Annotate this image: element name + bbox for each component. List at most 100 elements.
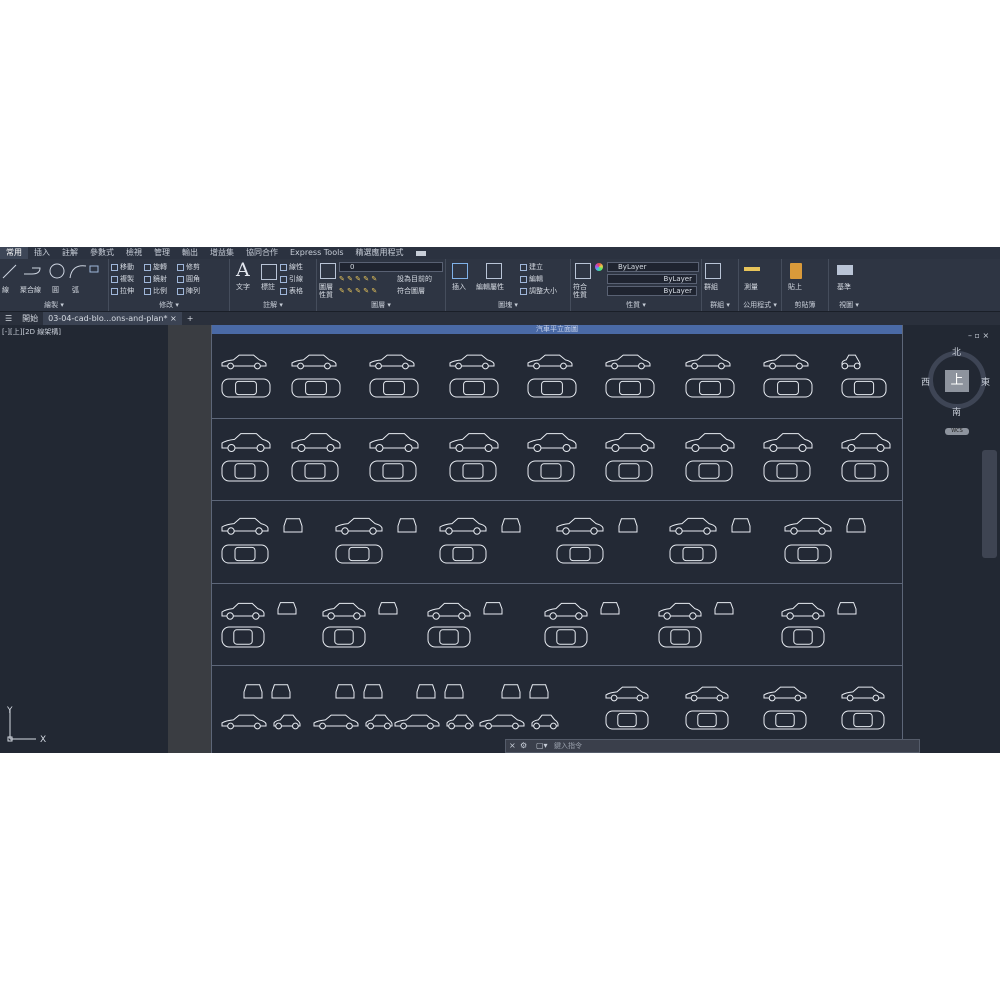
car-side-view-block[interactable]: [780, 601, 826, 621]
car-side-view-block[interactable]: [762, 685, 808, 703]
polyline-button[interactable]: 聚合線: [20, 286, 41, 295]
paste-button[interactable]: 貼上: [788, 283, 802, 292]
car-front-view-block[interactable]: [443, 683, 465, 701]
car-plan-view-block[interactable]: [448, 459, 498, 483]
line-tool-label[interactable]: 線: [2, 286, 9, 295]
tab-insert[interactable]: 插入: [28, 247, 56, 259]
linear-button[interactable]: 線性: [280, 263, 303, 272]
car-side-view-block[interactable]: [762, 431, 814, 453]
car-side-view-block[interactable]: [220, 431, 272, 453]
lineweight-dropdown[interactable]: ByLayer: [607, 286, 697, 296]
car-side-view-block[interactable]: [438, 516, 488, 536]
car-side-view-block[interactable]: [290, 431, 342, 453]
car-plan-view-block[interactable]: [220, 459, 270, 483]
car-plan-view-block[interactable]: [543, 625, 589, 649]
car-plan-view-block[interactable]: [290, 459, 340, 483]
car-front-view-block[interactable]: [415, 683, 437, 701]
navigation-bar[interactable]: [982, 450, 997, 558]
text-button[interactable]: 文字: [236, 283, 250, 292]
layer-tools-icons[interactable]: ✎ ✎ ✎ ✎ ✎: [339, 287, 377, 296]
car-plan-view-block[interactable]: [604, 377, 656, 399]
car-plan-view-block[interactable]: [780, 625, 826, 649]
command-close-icon[interactable]: ×: [509, 741, 516, 750]
car-side-view-block[interactable]: [426, 601, 472, 621]
car-plan-view-block[interactable]: [290, 377, 342, 399]
car-plan-view-block[interactable]: [368, 459, 418, 483]
edit-attributes-button[interactable]: 編輯屬性: [476, 283, 504, 292]
new-tab-button[interactable]: +: [182, 312, 199, 325]
car-front-view-block[interactable]: [362, 683, 384, 701]
drawing-area[interactable]: [-][上][2D 線架構] 汽車平立面圖 上 北 南 東 西 WCS – ▫ …: [0, 325, 1000, 753]
car-side-view-block[interactable]: [364, 713, 394, 731]
tab-home[interactable]: 常用: [0, 247, 28, 259]
table-button[interactable]: 表格: [280, 287, 303, 296]
dimension-button[interactable]: 標註: [261, 283, 275, 292]
text-icon[interactable]: A: [236, 259, 250, 281]
car-front-view-block[interactable]: [334, 683, 356, 701]
car-plan-view-block[interactable]: [526, 459, 576, 483]
match-properties-icon[interactable]: [575, 263, 591, 279]
car-front-view-block[interactable]: [528, 683, 550, 701]
car-plan-view-block[interactable]: [368, 377, 420, 399]
car-front-view-block[interactable]: [836, 601, 858, 617]
car-plan-view-block[interactable]: [426, 625, 472, 649]
car-side-view-block[interactable]: [657, 601, 703, 621]
car-front-view-block[interactable]: [617, 517, 639, 535]
measure-icon[interactable]: [744, 267, 760, 271]
measure-button[interactable]: 測量: [744, 283, 758, 292]
car-plan-view-block[interactable]: [840, 377, 888, 399]
car-plan-view-block[interactable]: [840, 459, 890, 483]
command-settings-icon[interactable]: ⚙: [520, 741, 527, 750]
car-side-view-block[interactable]: [684, 431, 736, 453]
group-button[interactable]: 群組: [704, 283, 718, 292]
car-plan-view-block[interactable]: [604, 459, 654, 483]
car-plan-view-block[interactable]: [840, 709, 886, 731]
tab-annotate[interactable]: 註解: [56, 247, 84, 259]
car-side-view-block[interactable]: [668, 516, 718, 536]
match-layer-button[interactable]: 符合圖層: [397, 287, 425, 296]
fillet-button[interactable]: 圓角: [177, 275, 200, 284]
block-panel-title[interactable]: 圖塊 ▾: [446, 300, 570, 310]
layer-dropdown[interactable]: 0: [339, 262, 443, 272]
car-side-view-block[interactable]: [312, 713, 360, 731]
car-side-view-block[interactable]: [762, 353, 810, 371]
move-button[interactable]: 移動: [111, 263, 134, 272]
app-menu-icon[interactable]: ☰: [0, 312, 17, 325]
car-plan-view-block[interactable]: [321, 625, 367, 649]
car-plan-view-block[interactable]: [783, 543, 833, 565]
utilities-panel-title[interactable]: 公用程式 ▾: [739, 300, 781, 310]
car-side-view-block[interactable]: [840, 685, 886, 703]
car-front-view-block[interactable]: [713, 601, 735, 617]
tab-collaborate[interactable]: 協同合作: [240, 247, 284, 259]
car-plan-view-block[interactable]: [668, 543, 718, 565]
command-line[interactable]: × ⚙ ▢▾ 鍵入指令: [505, 739, 920, 753]
car-plan-view-block[interactable]: [555, 543, 605, 565]
mirror-button[interactable]: 鏡射: [144, 275, 167, 284]
car-side-view-block[interactable]: [272, 713, 302, 731]
wcs-menu[interactable]: WCS: [945, 428, 969, 435]
car-plan-view-block[interactable]: [762, 377, 814, 399]
viewcube-top-face[interactable]: 上: [945, 370, 969, 392]
viewport-window-controls[interactable]: – ▫ ×: [968, 331, 989, 340]
car-side-view-block[interactable]: [448, 431, 500, 453]
car-side-view-block[interactable]: [840, 431, 892, 453]
car-plan-view-block[interactable]: [220, 543, 270, 565]
command-input[interactable]: 鍵入指令: [554, 741, 582, 751]
car-side-view-block[interactable]: [526, 431, 578, 453]
viewport-controls[interactable]: [-][上][2D 線架構]: [2, 327, 61, 337]
car-side-view-block[interactable]: [220, 516, 270, 536]
tab-featured-apps[interactable]: 精選應用程式: [350, 247, 410, 259]
car-side-view-block[interactable]: [368, 431, 420, 453]
match-properties-button[interactable]: 符合性質: [573, 283, 589, 299]
modify-panel-title[interactable]: 修改 ▾: [109, 300, 229, 310]
car-side-view-block[interactable]: [334, 516, 384, 536]
car-plan-view-block[interactable]: [762, 459, 812, 483]
view-panel-title[interactable]: 視圖 ▾: [829, 300, 869, 310]
car-side-view-block[interactable]: [604, 685, 650, 703]
groups-panel-title[interactable]: 群組 ▾: [702, 300, 738, 310]
compass-west[interactable]: 西: [921, 375, 930, 388]
car-side-view-block[interactable]: [543, 601, 589, 621]
linetype-dropdown[interactable]: ByLayer: [607, 274, 697, 284]
compass-east[interactable]: 東: [981, 375, 990, 388]
scale-button[interactable]: 比例: [144, 287, 167, 296]
